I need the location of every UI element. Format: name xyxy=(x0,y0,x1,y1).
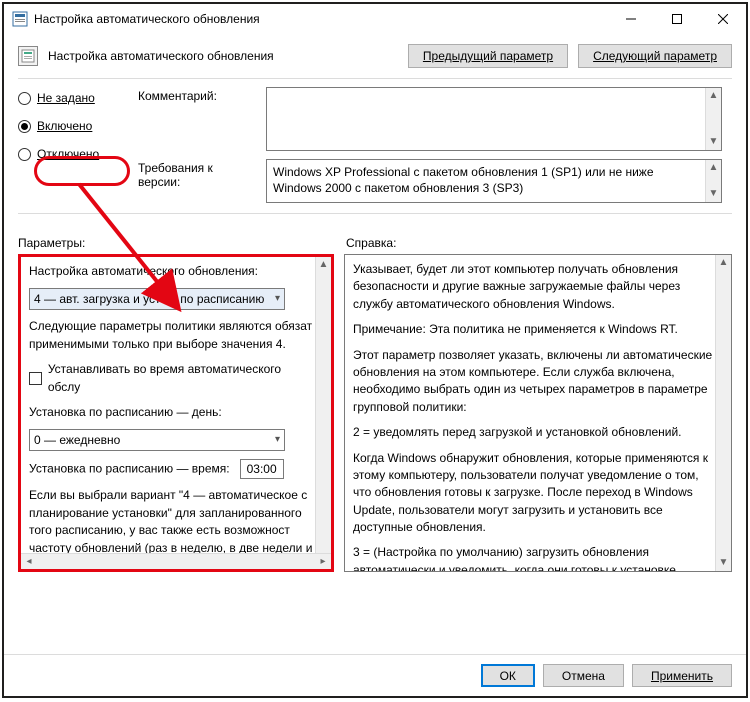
options-heading: Настройка автоматического обновления: xyxy=(29,263,313,280)
requirements-label: Требования к версии: xyxy=(138,159,258,203)
requirements-box: Windows XP Professional с пакетом обновл… xyxy=(266,159,722,203)
titlebar: Настройка автоматического обновления xyxy=(4,4,746,34)
dialog-footer: ОК Отмена Применить xyxy=(4,654,746,696)
cancel-button[interactable]: Отмена xyxy=(543,664,624,687)
app-icon xyxy=(12,11,28,27)
dialog-window: Настройка автоматического обновления Нас… xyxy=(2,2,748,698)
radio-enabled[interactable]: Включено xyxy=(18,119,138,133)
time-row: Установка по расписанию — время: 03:00 xyxy=(29,459,313,479)
options-note: Следующие параметры политики являются об… xyxy=(29,318,313,353)
help-text: Когда Windows обнаружит обновления, кото… xyxy=(353,450,713,537)
window-title: Настройка автоматического обновления xyxy=(34,12,608,26)
chevron-down-icon: ▾ xyxy=(275,292,280,307)
day-dropdown[interactable]: 0 — ежедневно ▾ xyxy=(29,429,285,451)
scrollbar-vertical[interactable]: ▲▼ xyxy=(705,160,721,202)
maximize-button[interactable] xyxy=(654,4,700,34)
help-text: 3 = (Настройка по умолчанию) загрузить о… xyxy=(353,544,713,571)
ok-button[interactable]: ОК xyxy=(481,664,535,687)
scrollbar-vertical[interactable]: ▲▼ xyxy=(705,88,721,150)
time-input[interactable]: 03:00 xyxy=(240,459,284,479)
maintenance-checkbox[interactable]: Устанавливать во время автоматического о… xyxy=(29,361,313,396)
scrollbar-vertical[interactable]: ▲▼ xyxy=(715,255,731,571)
options-panel: Настройка автоматического обновления: 4 … xyxy=(18,254,334,572)
divider xyxy=(18,213,732,214)
options-section-label: Параметры: xyxy=(18,236,346,250)
help-text: Этот параметр позволяет указать, включен… xyxy=(353,347,713,417)
req-line: Windows XP Professional с пакетом обновл… xyxy=(273,165,654,179)
chevron-down-icon: ▾ xyxy=(275,433,280,448)
policy-icon xyxy=(18,46,38,66)
req-line: Windows 2000 с пакетом обновления 3 (SP3… xyxy=(273,181,523,195)
section-headers: Параметры: Справка: xyxy=(4,230,746,254)
scrollbar-horizontal[interactable]: ◂▸ xyxy=(21,553,331,569)
divider xyxy=(18,78,732,79)
day-label: Установка по расписанию — день: xyxy=(29,404,313,421)
help-text: Примечание: Эта политика не применяется … xyxy=(353,321,713,338)
apply-button[interactable]: Применить xyxy=(632,664,732,687)
scrollbar-vertical[interactable]: ▲▼ xyxy=(315,257,331,569)
state-radio-group: Не задано Включено Отключено xyxy=(18,87,138,203)
radio-not-configured[interactable]: Не задано xyxy=(18,91,138,105)
update-mode-dropdown[interactable]: 4 — авт. загрузка и устан. по расписанию… xyxy=(29,288,285,310)
help-section-label: Справка: xyxy=(346,236,732,250)
close-button[interactable] xyxy=(700,4,746,34)
minimize-button[interactable] xyxy=(608,4,654,34)
next-setting-button[interactable]: Следующий параметр xyxy=(578,44,732,68)
sub-header: Настройка автоматического обновления Пре… xyxy=(4,34,746,78)
prev-setting-button[interactable]: Предыдущий параметр xyxy=(408,44,568,68)
radio-disabled[interactable]: Отключено xyxy=(18,147,138,161)
policy-title: Настройка автоматического обновления xyxy=(48,49,398,63)
help-panel: Указывает, будет ли этот компьютер получ… xyxy=(344,254,732,572)
comment-textarea[interactable]: ▲▼ xyxy=(266,87,722,151)
comment-label: Комментарий: xyxy=(138,87,258,151)
help-text: 2 = уведомлять перед загрузкой и установ… xyxy=(353,424,713,441)
help-text: Указывает, будет ли этот компьютер получ… xyxy=(353,261,713,313)
